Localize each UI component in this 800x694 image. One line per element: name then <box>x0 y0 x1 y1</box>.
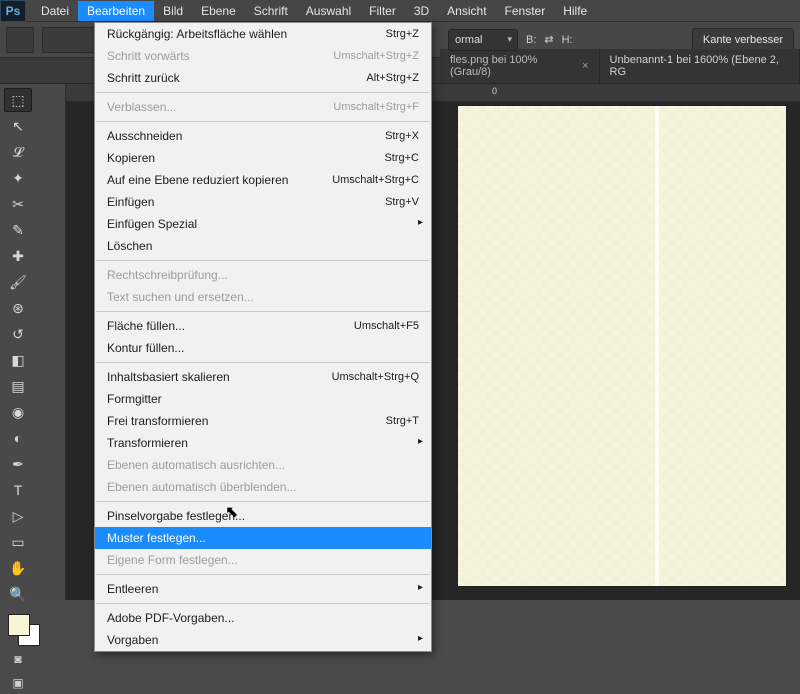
document-tab[interactable]: fles.png bei 100% (Grau/8)× <box>440 49 600 83</box>
marquee-tool[interactable]: ⬚ <box>4 88 32 112</box>
blur-tool[interactable]: ◉ <box>4 400 32 424</box>
menu-item-muster-festlegen[interactable]: Muster festlegen... <box>95 527 431 549</box>
menu-separator <box>96 603 430 604</box>
menu-separator <box>96 574 430 575</box>
menu-item-einf-gen[interactable]: EinfügenStrg+V <box>95 191 431 213</box>
move-tool[interactable]: ↖ <box>4 114 32 138</box>
crop-tool[interactable]: ✂ <box>4 192 32 216</box>
menu-item-fl-che-f-llen[interactable]: Fläche füllen...Umschalt+F5 <box>95 315 431 337</box>
menu-separator <box>96 362 430 363</box>
eraser-tool[interactable]: ◧ <box>4 348 32 372</box>
canvas-texture <box>458 106 786 586</box>
zoom-tool[interactable]: 🔍 <box>4 582 32 606</box>
menu-bearbeiten[interactable]: Bearbeiten <box>78 1 154 21</box>
menu-item-entleeren[interactable]: Entleeren <box>95 578 431 600</box>
color-swatches[interactable] <box>8 614 40 646</box>
screenmode-icon[interactable]: ▣ <box>4 672 32 694</box>
canvas[interactable] <box>458 106 786 586</box>
menu-fenster[interactable]: Fenster <box>496 1 555 21</box>
menu-ansicht[interactable]: Ansicht <box>438 1 495 21</box>
shape-tool[interactable]: ▭ <box>4 530 32 554</box>
menu-item-auf-eine-ebene-reduziert-kopieren[interactable]: Auf eine Ebene reduziert kopierenUmschal… <box>95 169 431 191</box>
app-logo: Ps <box>0 0 26 22</box>
quickmask-icon[interactable]: ◙ <box>4 648 32 670</box>
hand-tool[interactable]: ✋ <box>4 556 32 580</box>
menu-bild[interactable]: Bild <box>154 1 192 21</box>
menu-separator <box>96 92 430 93</box>
edit-menu-dropdown: Rückgängig: Arbeitsfläche wählenStrg+ZSc… <box>94 22 432 652</box>
stamp-tool[interactable]: ⊛ <box>4 296 32 320</box>
menu-item-ausschneiden[interactable]: AusschneidenStrg+X <box>95 125 431 147</box>
canvas-crease <box>655 106 659 586</box>
selection-mode-btn[interactable] <box>42 27 100 53</box>
menu-filter[interactable]: Filter <box>360 1 405 21</box>
heal-tool[interactable]: ✚ <box>4 244 32 268</box>
menu-item-ebenen-automatisch-berblenden: Ebenen automatisch überblenden... <box>95 476 431 498</box>
menu-3d[interactable]: 3D <box>405 1 438 21</box>
eyedropper-tool[interactable]: ✎ <box>4 218 32 242</box>
menu-item-verblassen: Verblassen...Umschalt+Strg+F <box>95 96 431 118</box>
menu-item-vorgaben[interactable]: Vorgaben <box>95 629 431 651</box>
menu-auswahl[interactable]: Auswahl <box>297 1 360 21</box>
menu-item-kopieren[interactable]: KopierenStrg+C <box>95 147 431 169</box>
tools-panel: ⬚↖𝓛✦✂✎✚🖌⊛↺◧▤◉◐✒T▷▭✋🔍◙▣ <box>0 84 66 600</box>
menu-item-text-suchen-und-ersetzen: Text suchen und ersetzen... <box>95 286 431 308</box>
menu-item-inhaltsbasiert-skalieren[interactable]: Inhaltsbasiert skalierenUmschalt+Strg+Q <box>95 366 431 388</box>
link-icon[interactable]: ⇄ <box>544 33 553 46</box>
menu-item-eigene-form-festlegen: Eigene Form festlegen... <box>95 549 431 571</box>
menu-item-adobe-pdf-vorgaben[interactable]: Adobe PDF-Vorgaben... <box>95 607 431 629</box>
menu-item-rechtschreibpr-fung: Rechtschreibprüfung... <box>95 264 431 286</box>
menu-hilfe[interactable]: Hilfe <box>554 1 596 21</box>
menu-bar: Ps DateiBearbeitenBildEbeneSchriftAuswah… <box>0 0 800 22</box>
lasso-tool[interactable]: 𝓛 <box>4 140 32 164</box>
menu-separator <box>96 260 430 261</box>
type-tool[interactable]: T <box>4 478 32 502</box>
brush-tool[interactable]: 🖌 <box>4 270 32 294</box>
menu-item-kontur-f-llen[interactable]: Kontur füllen... <box>95 337 431 359</box>
document-tab[interactable]: Unbenannt-1 bei 1600% (Ebene 2, RG <box>600 49 800 83</box>
menu-item-l-schen[interactable]: Löschen <box>95 235 431 257</box>
menu-schrift[interactable]: Schrift <box>245 1 297 21</box>
menu-item-r-ckg-ngig-arbeitsfl-che-w-hlen[interactable]: Rückgängig: Arbeitsfläche wählenStrg+Z <box>95 23 431 45</box>
dodge-tool[interactable]: ◐ <box>4 426 32 450</box>
menu-separator <box>96 311 430 312</box>
menu-item-schritt-zur-ck[interactable]: Schritt zurückAlt+Strg+Z <box>95 67 431 89</box>
pen-tool[interactable]: ✒ <box>4 452 32 476</box>
menu-item-ebenen-automatisch-ausrichten: Ebenen automatisch ausrichten... <box>95 454 431 476</box>
style-select[interactable]: ormal <box>448 29 518 51</box>
menu-item-pinselvorgabe-festlegen[interactable]: Pinselvorgabe festlegen... <box>95 505 431 527</box>
menu-item-formgitter[interactable]: Formgitter <box>95 388 431 410</box>
fg-swatch[interactable] <box>8 614 30 636</box>
quick-select-tool[interactable]: ✦ <box>4 166 32 190</box>
path-select-tool[interactable]: ▷ <box>4 504 32 528</box>
menu-item-transformieren[interactable]: Transformieren <box>95 432 431 454</box>
menu-item-frei-transformieren[interactable]: Frei transformierenStrg+T <box>95 410 431 432</box>
marquee-preset-icon[interactable] <box>6 27 34 53</box>
menu-separator <box>96 501 430 502</box>
menu-separator <box>96 121 430 122</box>
menu-item-schritt-vorw-rts: Schritt vorwärtsUmschalt+Strg+Z <box>95 45 431 67</box>
menu-ebene[interactable]: Ebene <box>192 1 245 21</box>
ruler-tick: 0 <box>492 86 497 96</box>
gradient-tool[interactable]: ▤ <box>4 374 32 398</box>
close-icon[interactable]: × <box>582 60 588 72</box>
height-label: H: <box>562 34 573 46</box>
menu-item-einf-gen-spezial[interactable]: Einfügen Spezial <box>95 213 431 235</box>
width-label: B: <box>526 34 536 46</box>
history-brush-tool[interactable]: ↺ <box>4 322 32 346</box>
menu-datei[interactable]: Datei <box>32 1 78 21</box>
refine-edge-button[interactable]: Kante verbesser <box>692 28 794 52</box>
